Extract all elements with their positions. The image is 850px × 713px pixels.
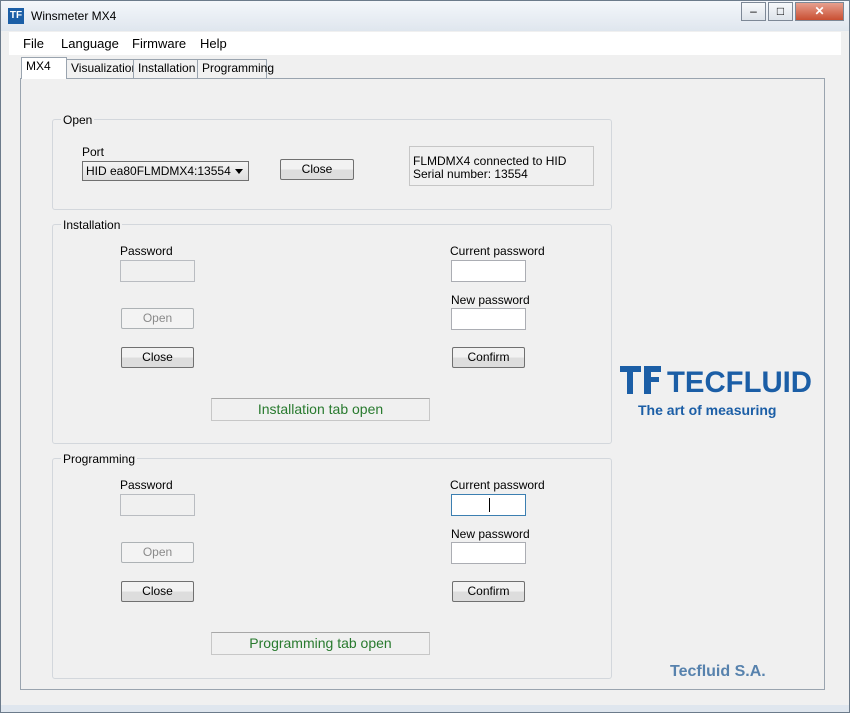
menu-bar: File Language Firmware Help bbox=[9, 32, 841, 55]
minimize-button[interactable]: – bbox=[741, 2, 766, 21]
installation-new-password-label: New password bbox=[451, 293, 530, 307]
installation-group-label: Installation bbox=[61, 218, 123, 232]
programming-status-text: Programming tab open bbox=[211, 632, 430, 655]
installation-close-button[interactable]: Close bbox=[121, 347, 194, 368]
installation-password-label: Password bbox=[120, 244, 173, 258]
programming-new-password-label: New password bbox=[451, 527, 530, 541]
app-logo-icon: TF bbox=[8, 8, 24, 24]
installation-status-text: Installation tab open bbox=[211, 398, 430, 421]
tab-mx4[interactable]: MX4 bbox=[21, 57, 67, 79]
dropdown-arrow-icon bbox=[235, 169, 243, 174]
logo-mark-left bbox=[620, 366, 641, 394]
programming-current-password-label: Current password bbox=[450, 478, 545, 492]
connection-status-line: FLMDMX4 connected to HID bbox=[413, 154, 567, 168]
installation-confirm-button[interactable]: Confirm bbox=[452, 347, 525, 368]
menu-help[interactable]: Help bbox=[200, 36, 227, 51]
logo-wordmark: TECFLUID bbox=[667, 366, 812, 399]
close-window-button[interactable]: ✕ bbox=[795, 2, 844, 21]
port-label: Port bbox=[82, 145, 105, 159]
programming-group-label: Programming bbox=[61, 452, 138, 466]
installation-password-field[interactable] bbox=[120, 260, 195, 282]
installation-open-button[interactable]: Open bbox=[121, 308, 194, 329]
programming-password-label: Password bbox=[120, 478, 173, 492]
programming-new-password-field[interactable] bbox=[451, 542, 526, 564]
window-bottom-edge bbox=[1, 705, 849, 712]
programming-password-field[interactable] bbox=[120, 494, 195, 516]
tab-installation[interactable]: Installation bbox=[133, 59, 198, 78]
programming-confirm-button[interactable]: Confirm bbox=[452, 581, 525, 602]
port-select[interactable]: HID ea80FLMDMX4:13554 bbox=[82, 161, 249, 181]
logo-mark-right bbox=[644, 366, 661, 394]
window-title: Winsmeter MX4 bbox=[31, 9, 117, 23]
company-name: Tecfluid S.A. bbox=[670, 663, 766, 680]
programming-close-button[interactable]: Close bbox=[121, 581, 194, 602]
menu-file[interactable]: File bbox=[23, 36, 44, 51]
serial-number-line: Serial number: 13554 bbox=[413, 167, 528, 181]
title-bar[interactable]: TF Winsmeter MX4 – □ ✕ bbox=[1, 1, 849, 31]
connection-status-box: FLMDMX4 connected to HID Serial number: … bbox=[409, 146, 594, 186]
open-group-label: Open bbox=[61, 113, 95, 127]
port-select-value: HID ea80FLMDMX4:13554 bbox=[86, 164, 231, 178]
programming-current-password-field[interactable] bbox=[451, 494, 526, 516]
installation-current-password-field[interactable] bbox=[451, 260, 526, 282]
tab-visualization[interactable]: Visualization bbox=[66, 59, 138, 78]
port-close-button[interactable]: Close bbox=[280, 159, 354, 180]
tecfluid-logo: TECFLUID bbox=[620, 366, 812, 399]
application-window: TF Winsmeter MX4 – □ ✕ File Language Fir… bbox=[0, 0, 850, 713]
maximize-button[interactable]: □ bbox=[768, 2, 793, 21]
programming-open-button[interactable]: Open bbox=[121, 542, 194, 563]
text-cursor bbox=[489, 498, 490, 512]
installation-current-password-label: Current password bbox=[450, 244, 545, 258]
menu-language[interactable]: Language bbox=[61, 36, 119, 51]
menu-firmware[interactable]: Firmware bbox=[132, 36, 186, 51]
slogan: The art of measuring bbox=[638, 402, 777, 418]
installation-new-password-field[interactable] bbox=[451, 308, 526, 330]
tab-programming[interactable]: Programming bbox=[197, 59, 274, 78]
